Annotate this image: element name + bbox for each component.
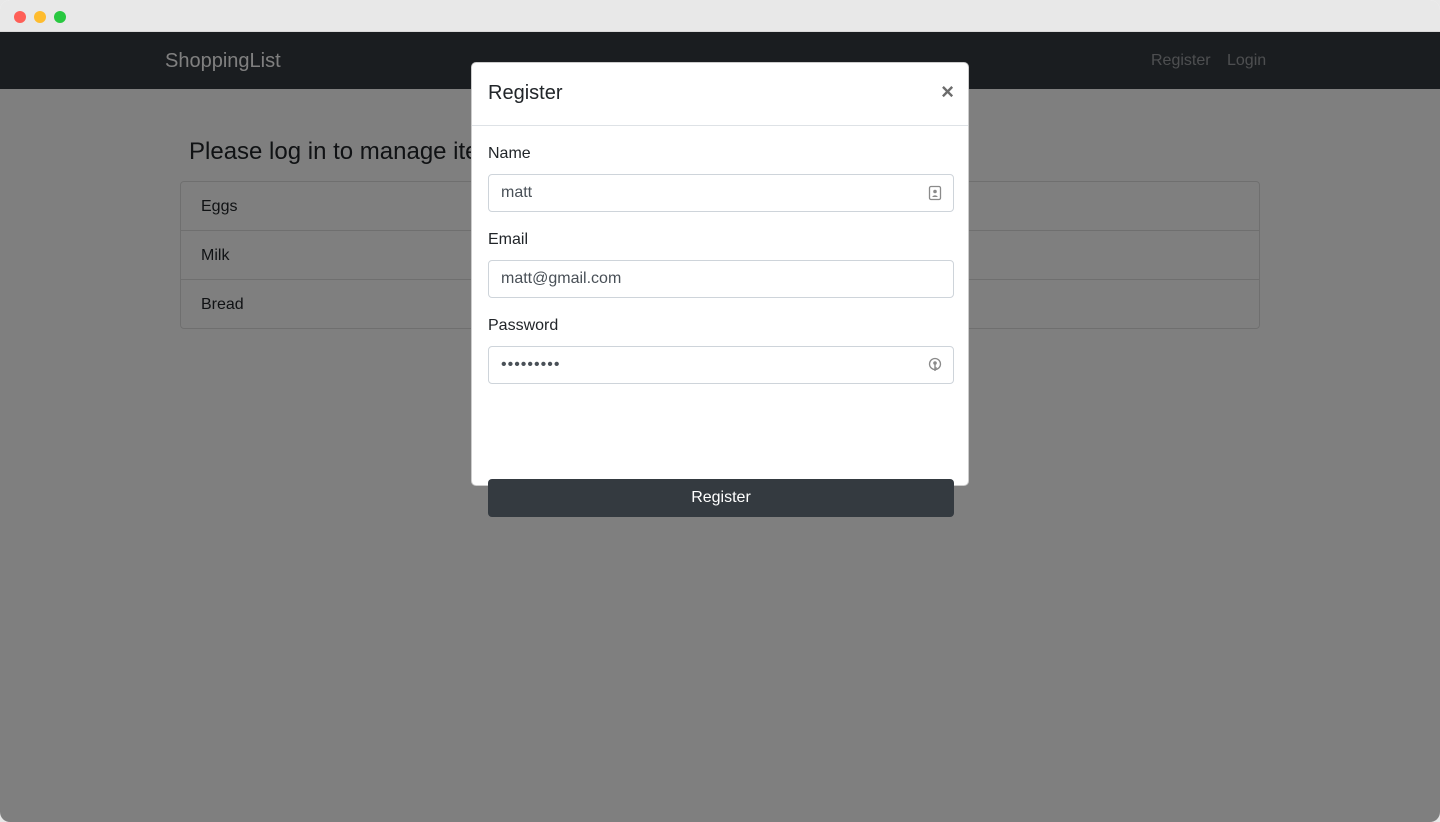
modal-title: Register xyxy=(488,82,563,104)
window-titlebar xyxy=(0,0,1440,32)
app-window: ShoppingList Register Login Please log i… xyxy=(0,0,1440,822)
minimize-window-button[interactable] xyxy=(34,11,46,23)
key-icon[interactable] xyxy=(928,357,942,373)
name-input-value: matt xyxy=(501,184,533,201)
password-input-value: ••••••••• xyxy=(501,356,561,373)
register-modal: Register × Name matt Email matt@gmail.co… xyxy=(471,62,969,517)
contact-card-icon[interactable] xyxy=(928,185,942,201)
modal-header: Register × xyxy=(472,63,968,126)
password-label: Password xyxy=(488,317,559,334)
close-window-button[interactable] xyxy=(14,11,26,23)
email-label: Email xyxy=(488,231,529,248)
password-input[interactable]: ••••••••• xyxy=(488,346,954,384)
close-icon[interactable]: × xyxy=(941,80,954,104)
name-input[interactable]: matt xyxy=(488,174,954,212)
name-label: Name xyxy=(488,145,531,162)
maximize-window-button[interactable] xyxy=(54,11,66,23)
email-input-value: matt@gmail.com xyxy=(501,270,622,287)
page: ShoppingList Register Login Please log i… xyxy=(0,32,1440,822)
register-submit-button[interactable]: Register xyxy=(488,479,954,517)
email-input[interactable]: matt@gmail.com xyxy=(488,260,954,298)
